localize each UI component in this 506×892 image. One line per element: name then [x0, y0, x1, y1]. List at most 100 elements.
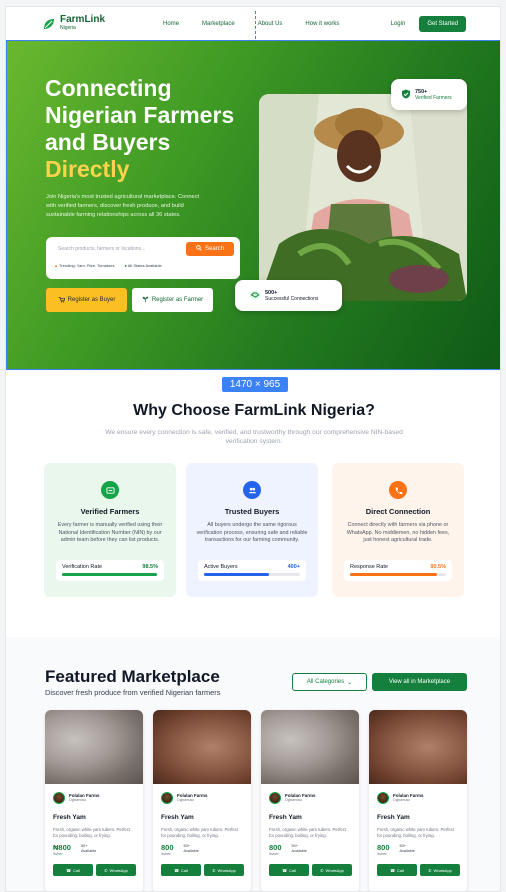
view-all-button[interactable]: View all in Marketplace	[372, 673, 467, 691]
call-button[interactable]: ☎ Call	[377, 864, 417, 876]
product-price: 800	[161, 843, 174, 852]
verified-farmers-badge: 750+ Verified Farmers	[391, 79, 467, 110]
location-pin-icon: ●	[124, 263, 127, 268]
seller-info: Folalan Farms Ogbomoso	[53, 792, 143, 804]
search-button[interactable]: Search	[186, 242, 234, 256]
feature-stat: Verification Rate 98.5%	[56, 560, 164, 581]
handshake-icon	[249, 287, 261, 305]
why-title: Why Choose FarmLink Nigeria?	[133, 402, 375, 419]
feature-title: Direct Connection	[365, 507, 431, 516]
product-unit: /tuber	[161, 852, 171, 856]
avatar	[53, 792, 65, 804]
stat-value: 98.5%	[142, 564, 158, 570]
feature-text: All buyers undergo the same rigorous ver…	[196, 522, 308, 543]
nav-link-marketplace[interactable]: Marketplace	[202, 21, 235, 27]
product-name: Fresh Yam	[161, 814, 194, 821]
product-card[interactable]: Folalan Farms Ogbomoso Fresh Yam Fresh, org…	[153, 710, 251, 891]
hero-farmer-photo	[259, 94, 467, 301]
avatar	[269, 792, 281, 804]
stat-progress-fill	[350, 573, 437, 576]
product-availability: Available	[80, 848, 97, 853]
product-price: ₦800	[53, 843, 71, 852]
product-card[interactable]: Folalan Farms Ogbomoso Fresh Yam Fresh, org…	[369, 710, 467, 891]
product-image[interactable]	[261, 710, 359, 784]
call-button[interactable]: ☎ Call	[53, 864, 93, 876]
feature-card-verified-farmers: Verified Farmers Every farmer is manuall…	[44, 463, 176, 597]
register-farmer-button[interactable]: Register as Farmer	[132, 288, 213, 312]
category-select[interactable]: All Categories ⌄	[292, 673, 367, 691]
call-button[interactable]: ☎ Call	[269, 864, 309, 876]
stat-progress-bar	[350, 573, 446, 576]
product-unit: /tuber	[53, 852, 63, 856]
seller-info: Folalan Farms Ogbomoso	[269, 792, 359, 804]
seller-location: Ogbomoso	[285, 798, 303, 802]
marketplace-section: Featured Marketplace Discover fresh prod…	[6, 637, 500, 891]
fire-icon: ▲	[54, 263, 58, 268]
whatsapp-icon: ✆	[212, 867, 216, 873]
feature-text: Every farmer is manually verified using …	[57, 522, 163, 543]
shield-check-icon	[401, 86, 411, 104]
stat-value: 90.5%	[430, 564, 446, 570]
product-image[interactable]	[45, 710, 143, 784]
feature-card-direct-connection: Direct Connection Connect directly with …	[332, 463, 464, 597]
stat-progress-bar	[204, 573, 300, 576]
whatsapp-button[interactable]: ✆ WhatsApp	[312, 864, 352, 876]
why-subtitle: We ensure every connection is safe, veri…	[105, 429, 403, 445]
product-description: Fresh, organic white yam tubers. Perfect…	[377, 827, 455, 838]
seller-location: Ogbomoso	[177, 798, 195, 802]
phone-icon: ☎	[66, 867, 72, 873]
get-started-button[interactable]: Get Started	[419, 16, 466, 32]
feature-stat: Active Buyers 400+	[198, 560, 306, 581]
call-button[interactable]: ☎ Call	[161, 864, 201, 876]
feature-title: Trusted Buyers	[224, 507, 280, 516]
id-card-icon	[101, 481, 119, 499]
avatar	[161, 792, 173, 804]
product-name: Fresh Yam	[377, 814, 410, 821]
product-name: Fresh Yam	[269, 814, 302, 821]
whatsapp-icon: ✆	[428, 867, 432, 873]
verified-farmers-label: Verified Farmers	[415, 94, 452, 101]
successful-connections-badge: 500+ Successful Connections	[235, 280, 342, 311]
whatsapp-button[interactable]: ✆ WhatsApp	[204, 864, 244, 876]
logo[interactable]: FarmLink Nigeria	[42, 15, 105, 33]
product-availability: Available	[183, 848, 199, 853]
stat-progress-fill	[62, 573, 157, 576]
hero-section: Connecting Nigerian Farmers and Buyers D…	[6, 40, 500, 370]
stat-progress-bar	[62, 573, 158, 576]
marketplace-title: Featured Marketplace	[45, 667, 220, 686]
whatsapp-button[interactable]: ✆ WhatsApp	[420, 864, 460, 876]
product-description: Fresh, organic white yam tubers. Perfect…	[269, 827, 347, 838]
stat-label: Verification Rate	[62, 564, 103, 570]
product-name: Fresh Yam	[53, 814, 86, 821]
logo-name: FarmLink	[60, 14, 106, 25]
phone-icon	[389, 481, 407, 499]
search-input[interactable]: Search products, farmers or locations...	[50, 241, 184, 257]
page-frame: FarmLink Nigeria Home Marketplace About …	[5, 6, 501, 892]
login-link[interactable]: Login	[391, 21, 406, 27]
guide-line	[255, 11, 256, 39]
stat-progress-fill	[204, 573, 270, 576]
product-description: Fresh, organic white yam tubers. Perfect…	[161, 827, 239, 838]
connections-label: Successful Connections	[265, 295, 319, 302]
nav-link-how-it-works[interactable]: How it works	[305, 21, 339, 27]
product-description: Fresh, organic white yam tubers. Perfect…	[53, 827, 131, 838]
product-availability: Available	[399, 848, 415, 853]
search-card: Search products, farmers or locations...…	[46, 237, 240, 279]
seller-info: Folalan Farms Ogbomoso	[161, 792, 251, 804]
phone-icon: ☎	[282, 867, 288, 873]
product-image[interactable]	[153, 710, 251, 784]
nav-link-about[interactable]: About Us	[258, 21, 283, 27]
product-image[interactable]	[369, 710, 467, 784]
whatsapp-button[interactable]: ✆ WhatsApp	[96, 864, 136, 876]
users-icon	[243, 481, 261, 499]
hero-description: Join Nigeria's most trusted agricultural…	[46, 194, 200, 218]
product-card[interactable]: Folalan Farms Ogbomoso Fresh Yam Fresh, org…	[261, 710, 359, 891]
leaf-icon	[42, 17, 56, 31]
nav-link-home[interactable]: Home	[163, 21, 179, 27]
register-buyer-button[interactable]: Register as Buyer	[46, 288, 127, 312]
feature-card-trusted-buyers: Trusted Buyers All buyers undergo the sa…	[186, 463, 318, 597]
dimension-tag: 1470 × 965	[222, 377, 288, 392]
trending-text: ▲ Trending: Yam, Rice, Tomatoes	[54, 263, 115, 268]
feature-title: Verified Farmers	[80, 507, 140, 516]
product-card[interactable]: Folalan Farms Ogbomoso Fresh Yam Fresh, org…	[45, 710, 143, 891]
